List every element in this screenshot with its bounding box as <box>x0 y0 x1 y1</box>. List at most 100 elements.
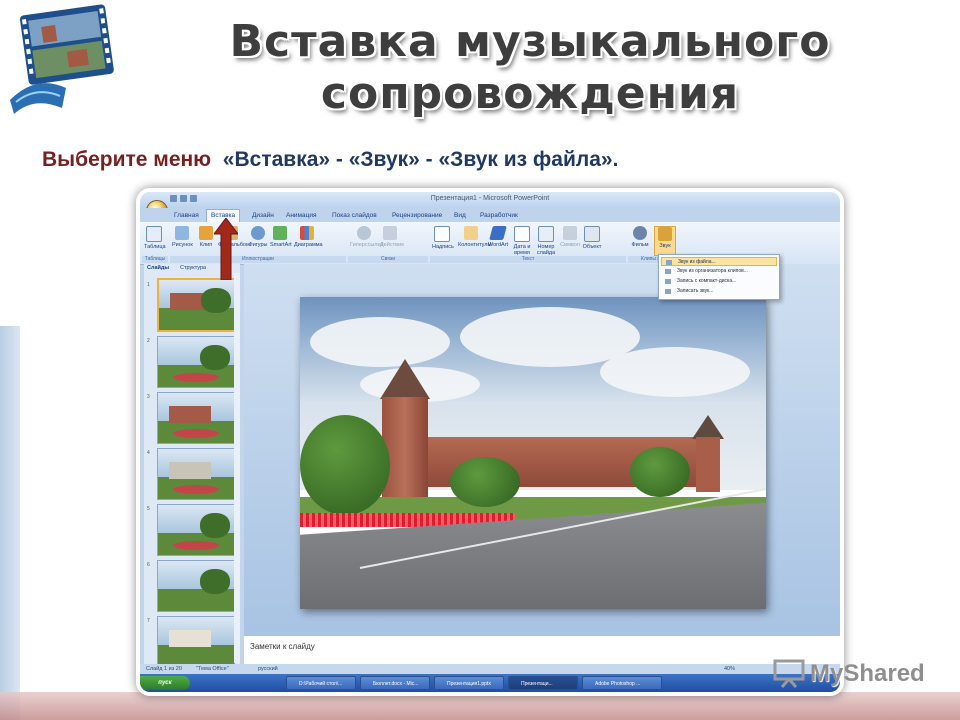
slide-number: 6 <box>147 562 150 568</box>
object-button[interactable]: Объект <box>582 226 602 250</box>
slide-number: 5 <box>147 506 150 512</box>
action-button[interactable]: Действие <box>380 226 404 248</box>
textbox-button[interactable]: Надпись <box>432 226 454 250</box>
smartart-button[interactable]: SmartArt <box>270 226 292 248</box>
menu-item-record-sound[interactable]: Записать звук... <box>661 287 777 296</box>
slide-number: 2 <box>147 338 150 344</box>
instruction-text: Выберите меню «Вставка» - «Звук» - «Звук… <box>42 148 618 172</box>
start-button[interactable]: пуск <box>140 676 190 690</box>
picture-button[interactable]: Рисунок <box>172 226 193 248</box>
tab-view[interactable]: Вид <box>450 210 470 222</box>
object-icon <box>584 226 600 242</box>
globe-icon <box>357 226 371 240</box>
powerpoint-screenshot: Презентация1 - Microsoft PowerPoint Глав… <box>136 188 844 696</box>
shapes-icon <box>251 226 265 240</box>
header-footer-button[interactable]: Колонтитулы <box>458 226 491 248</box>
sound-dropdown-menu: Звук из файла... Звук из организатора кл… <box>658 254 780 300</box>
taskbar-item[interactable]: Бюллет.docx - Mic... <box>360 676 430 690</box>
textbox-icon <box>434 226 450 242</box>
status-bar: Слайд 1 из 20 "Тема Office" русский 40% <box>140 664 840 674</box>
instruction-path: «Вставка» - «Звук» - «Звук из файла». <box>222 148 619 171</box>
tab-design[interactable]: Дизайн <box>248 210 278 222</box>
notes-pane[interactable]: Заметки к слайду <box>244 634 840 664</box>
slide-title-line2: сопровождения <box>320 68 740 119</box>
sound-file-icon <box>666 260 672 265</box>
current-slide-photo[interactable] <box>300 297 766 609</box>
table-button[interactable]: Таблица <box>144 226 166 250</box>
slide-title: Вставка музыкального сопровождения <box>160 16 900 120</box>
tab-review[interactable]: Рецензирование <box>388 210 446 222</box>
windows-taskbar: пуск D:\Рабочий стол\... Бюллет.docx - M… <box>140 674 840 692</box>
group-text: Текст <box>430 256 626 263</box>
slide-number: 1 <box>147 282 150 288</box>
group-links: Связи <box>348 256 428 263</box>
picture-icon <box>175 226 189 240</box>
organizer-icon <box>665 269 671 274</box>
status-language[interactable]: русский <box>258 666 278 672</box>
speaker-icon <box>658 227 672 241</box>
action-icon <box>383 226 397 240</box>
slide-thumbnail[interactable] <box>157 278 237 332</box>
slide-number: 4 <box>147 450 150 456</box>
slide-number-button[interactable]: Номер слайда <box>536 226 556 256</box>
symbol-button[interactable]: Символ <box>560 226 580 248</box>
group-illustrations: Иллюстрации <box>170 256 346 263</box>
bottom-decor-bar <box>0 692 960 720</box>
taskbar-item[interactable]: Презентация1.pptx <box>434 676 504 690</box>
pane-scrollbar[interactable] <box>234 273 240 663</box>
slide-number-icon <box>538 226 554 242</box>
shapes-button[interactable]: Фигуры <box>248 226 268 248</box>
status-slide-count: Слайд 1 из 20 <box>146 666 182 672</box>
taskbar-item[interactable]: Adobe Photoshop ... <box>582 676 662 690</box>
slide-thumbnail[interactable] <box>157 560 235 612</box>
sound-button[interactable]: Звук <box>654 226 676 256</box>
group-tables: Таблицы <box>142 256 168 263</box>
notes-placeholder: Заметки к слайду <box>250 642 315 651</box>
red-arrow-icon <box>214 218 238 280</box>
menu-item-sound-from-file[interactable]: Звук из файла... <box>661 257 777 266</box>
slide-thumbnail[interactable] <box>157 616 235 668</box>
film-strip-logo <box>10 4 114 114</box>
slides-pane: Слайды Структура 1 2 3 4 5 6 7 <box>144 264 240 668</box>
watermark: MyShared <box>770 656 940 696</box>
tab-outline[interactable]: Структура <box>180 265 206 271</box>
hyperlink-button[interactable]: Гиперссылка <box>350 226 383 248</box>
calendar-icon <box>514 226 530 242</box>
film-reel-icon <box>633 226 647 240</box>
cd-icon <box>665 279 671 284</box>
date-time-button[interactable]: Дата и время <box>512 226 532 256</box>
wordart-icon <box>489 226 507 240</box>
movie-button[interactable]: Фильм <box>630 226 650 248</box>
window-titlebar: Презентация1 - Microsoft PowerPoint <box>140 192 840 208</box>
left-decor-bar <box>0 326 20 720</box>
status-zoom[interactable]: 40% <box>724 666 735 672</box>
wordart-button[interactable]: WordArt <box>488 226 508 248</box>
slide-thumbnail[interactable] <box>157 392 235 444</box>
chart-icon <box>300 226 314 240</box>
slide-number: 7 <box>147 618 150 624</box>
slide-thumbnail[interactable] <box>157 336 235 388</box>
slide-title-line1: Вставка музыкального <box>229 16 831 67</box>
tab-slideshow[interactable]: Показ слайдов <box>328 210 381 222</box>
microphone-icon <box>665 289 671 294</box>
tab-home[interactable]: Главная <box>170 210 203 222</box>
status-theme: "Тема Office" <box>196 666 229 672</box>
header-footer-icon <box>464 226 478 240</box>
tab-animation[interactable]: Анимация <box>282 210 321 222</box>
watermark-text: MyShared <box>810 660 925 687</box>
tab-slides[interactable]: Слайды <box>147 265 169 271</box>
taskbar-item[interactable]: D:\Рабочий стол\... <box>286 676 356 690</box>
slide-thumbnail[interactable] <box>157 448 235 500</box>
window-title: Презентация1 - Microsoft PowerPoint <box>430 195 550 202</box>
omega-icon <box>563 226 577 240</box>
tab-developer[interactable]: Разработчик <box>476 210 522 222</box>
ribbon-tabs: Главная Вставка Дизайн Анимация Показ сл… <box>140 208 840 222</box>
clip-icon <box>199 226 213 240</box>
clip-button[interactable]: Клип <box>196 226 216 248</box>
chart-button[interactable]: Диаграмма <box>294 226 323 248</box>
menu-item-sound-from-organizer[interactable]: Звук из организатора клипов... <box>661 267 777 276</box>
taskbar-item[interactable]: Презентаци... <box>508 676 578 690</box>
menu-item-play-cd[interactable]: Запись с компакт-диска... <box>661 277 777 286</box>
slide-number: 3 <box>147 394 150 400</box>
slide-thumbnail[interactable] <box>157 504 235 556</box>
